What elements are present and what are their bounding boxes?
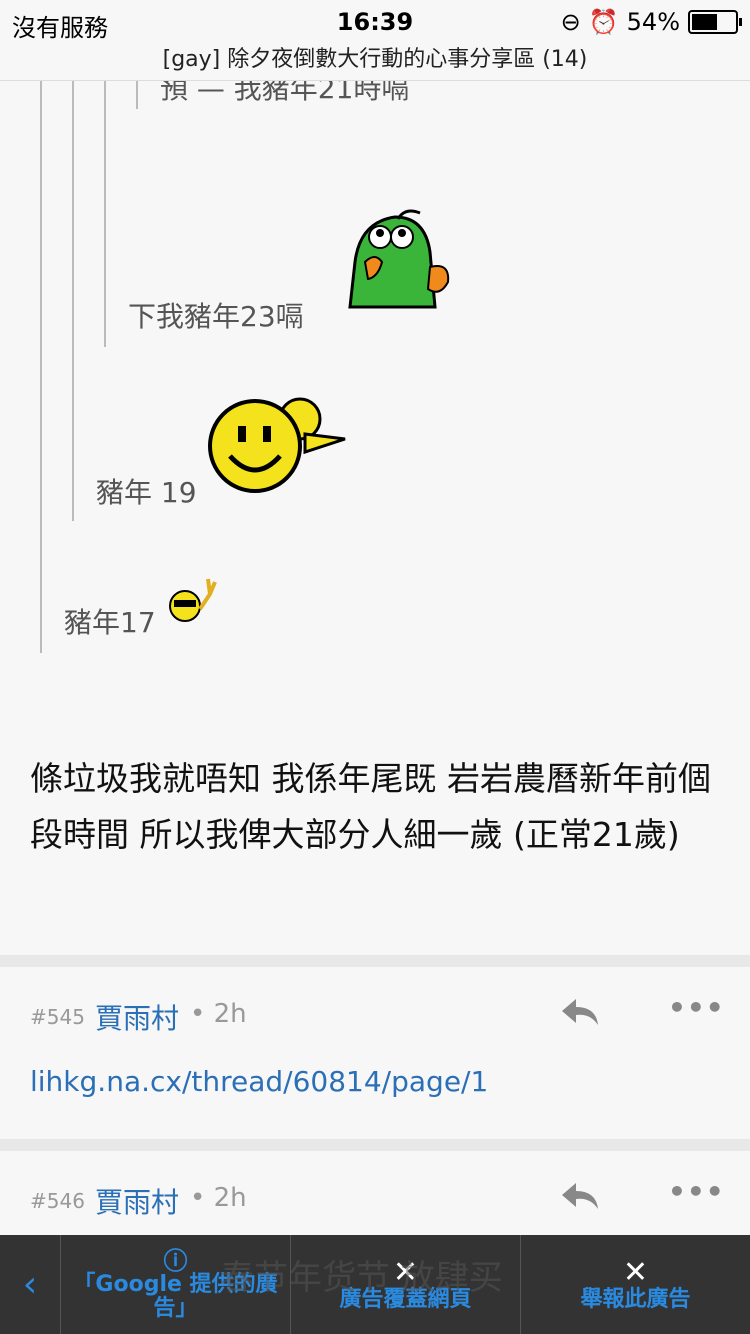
quote-line <box>136 81 138 109</box>
status-icons: ⊖ ⏰ 54% <box>560 8 742 36</box>
post-546: #546 賈雨村 • 2h ••• <box>0 1151 750 1235</box>
post-separator <box>0 955 750 967</box>
post-time: • 2h <box>190 999 247 1029</box>
post-number: #545 <box>30 1005 85 1029</box>
post-username[interactable]: 賈雨村 <box>95 1181 179 1221</box>
reply-icon[interactable] <box>560 997 600 1027</box>
chevron-left-icon[interactable]: ‹ <box>0 1235 61 1334</box>
green-bird-emoji-icon <box>348 209 450 309</box>
lock-rotation-icon: ⊖ <box>560 8 581 36</box>
report-ad-button[interactable]: ✕ 舉報此廣告 <box>521 1235 750 1334</box>
quote-text: 豬年17 <box>64 606 156 639</box>
info-icon: ⓘ <box>163 1246 188 1275</box>
smiley-emoji-icon <box>208 397 346 493</box>
post-time: • 2h <box>190 1183 247 1213</box>
post-545: #545 賈雨村 • 2h ••• lihkg.na.cx/thread/608… <box>0 967 750 1137</box>
alarm-icon: ⏰ <box>588 8 619 36</box>
quote-text: 預 — 我豬年21時嗝 <box>160 81 410 105</box>
battery-percent: 54% <box>626 8 680 36</box>
more-icon[interactable]: ••• <box>668 991 725 1024</box>
quote-text: 下我豬年23嗝 <box>128 300 304 333</box>
post-body: 條垃圾我就唔知 我係年尾既 岩岩農曆新年前個段時間 所以我俾大部分人細一歲 (正… <box>30 759 711 854</box>
post-username[interactable]: 賈雨村 <box>95 997 179 1037</box>
ad-background-text: 春节年货节 放肆买 <box>220 1258 503 1298</box>
battery-icon <box>688 10 742 34</box>
status-bar: 沒有服務 16:39 ⊖ ⏰ 54% <box>0 0 750 44</box>
reply-icon[interactable] <box>560 1181 600 1211</box>
quote-line <box>72 81 74 521</box>
quote-line <box>104 81 106 347</box>
more-icon[interactable]: ••• <box>668 1175 725 1208</box>
post-number: #546 <box>30 1189 85 1213</box>
thread-content: 預 — 我豬年21時嗝 下我豬年23嗝 豬年 19 豬年17 條垃圾我就唔知 我… <box>0 81 750 1235</box>
post-separator <box>0 1139 750 1151</box>
quote-text: 豬年 19 <box>96 476 197 509</box>
close-icon: ✕ <box>622 1254 649 1290</box>
cool-smiley-emoji-icon <box>169 578 217 622</box>
page-title: [gay] 除夕夜倒數大行動的心事分享區 (14) <box>0 44 750 81</box>
ad-report-label: 舉報此廣告 <box>580 1286 691 1312</box>
quote-line <box>40 81 42 653</box>
post-link[interactable]: lihkg.na.cx/thread/60814/page/1 <box>30 1065 488 1098</box>
